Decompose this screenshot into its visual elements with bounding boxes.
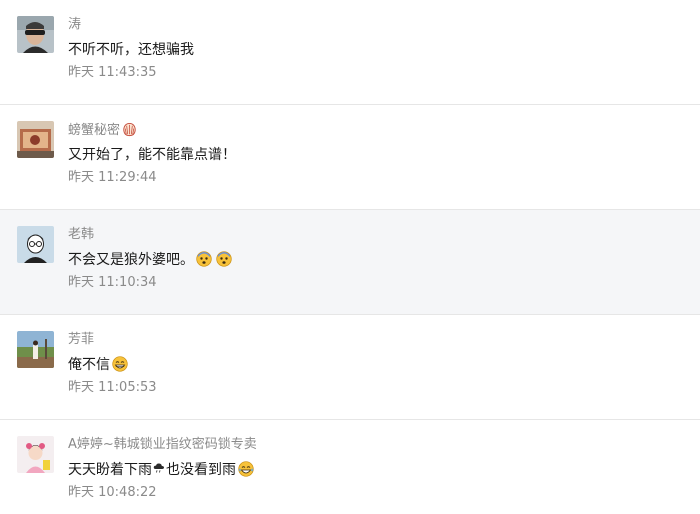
comment-text: 又开始了，能不能靠点谱！ [68, 147, 236, 163]
comment-item: A婷婷~韩城锁业指纹密码锁专卖 天天盼着下雨 也没看到雨 昨天 10:48:22 [0, 420, 700, 514]
timestamp: 昨天 10:48:22 [68, 485, 157, 500]
comment-item: 螃蟹秘密 又开始了，能不能靠点谱！ 昨天 11:29:44 [0, 105, 700, 210]
avatar[interactable] [17, 16, 54, 53]
comment-text: 天天盼着下雨 也没看到雨 [68, 460, 256, 480]
timestamp: 昨天 11:43:35 [68, 65, 157, 80]
comment-text: 不听不听，还想骗我 [68, 42, 194, 58]
nickname[interactable]: A婷婷~韩城锁业指纹密码锁专卖 [68, 437, 257, 453]
comment-item: 涛 不听不听，还想骗我 昨天 11:43:35 [0, 0, 700, 105]
comment-text-part1: 天天盼着下雨 [68, 462, 152, 478]
comment-text: 俺不信 [68, 355, 130, 375]
avatar[interactable] [17, 331, 54, 368]
comment-item: 芳菲 俺不信 昨天 11:05:53 [0, 315, 700, 420]
grin-face-icon [112, 356, 128, 372]
nickname[interactable]: 涛 [68, 17, 81, 33]
avatar-cartoon-icon [17, 226, 54, 263]
nickname[interactable]: 老韩 [68, 227, 94, 243]
avatar-photo-icon [17, 331, 54, 368]
shocked-face-icon [216, 251, 232, 267]
comment-text-body: 俺不信 [68, 357, 110, 373]
comment-text-body: 不会又是狼外婆吧。 [68, 252, 194, 268]
timestamp: 昨天 11:05:53 [68, 380, 157, 395]
avatar[interactable] [17, 436, 54, 473]
avatar-photo-icon [17, 121, 54, 158]
nickname-text: 螃蟹秘密 [68, 123, 121, 138]
avatar[interactable] [17, 121, 54, 158]
comment-text-part2: 也没看到雨 [166, 462, 236, 478]
comment-text: 不会又是狼外婆吧。 [68, 250, 234, 270]
avatar-photo-icon [17, 16, 54, 53]
shocked-face-icon [196, 251, 212, 267]
nickname[interactable]: 螃蟹秘密 [68, 122, 137, 139]
comment-list: 涛 不听不听，还想骗我 昨天 11:43:35 螃蟹秘密 又开始了，能不能靠点谱… [0, 0, 700, 514]
laughing-tears-face-icon [238, 461, 254, 477]
comment-item: 老韩 不会又是狼外婆吧。 昨天 11:10:34 [0, 210, 700, 315]
timestamp: 昨天 11:10:34 [68, 275, 157, 290]
nickname[interactable]: 芳菲 [68, 332, 94, 348]
avatar[interactable] [17, 226, 54, 263]
avatar-photo-icon [17, 436, 54, 473]
timestamp: 昨天 11:29:44 [68, 170, 157, 185]
cloud-rain-icon [153, 462, 165, 474]
shell-icon [122, 122, 137, 137]
